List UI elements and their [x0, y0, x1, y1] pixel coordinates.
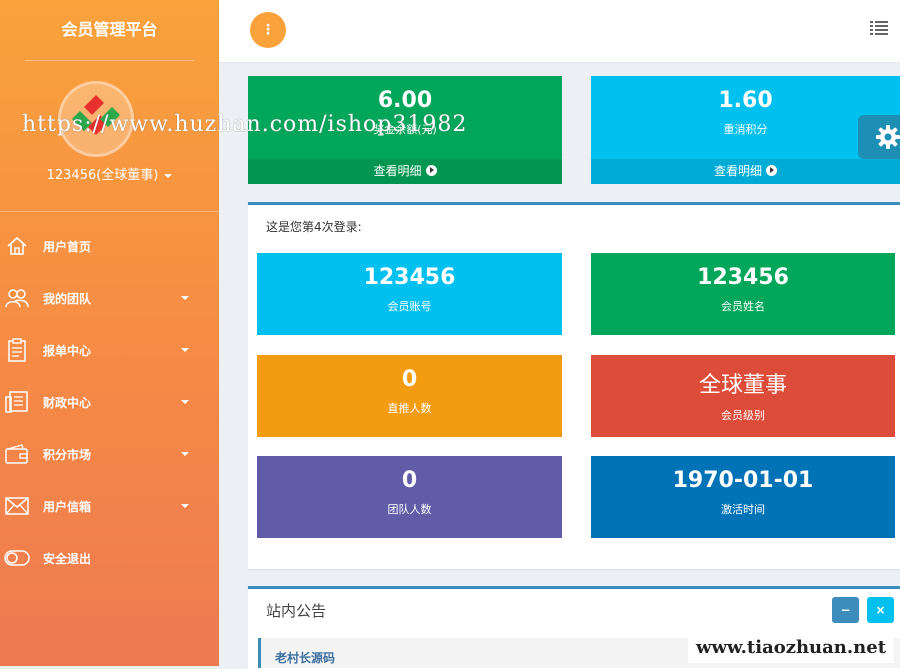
card-label: 激活时间: [721, 503, 765, 516]
team-size-card: 0 团队人数: [257, 456, 562, 538]
card-label: 团队人数: [387, 503, 432, 516]
login-count-text: 这是您第4次登录:: [266, 220, 362, 234]
stat-label: 重消积分: [723, 123, 768, 136]
arrow-circle-right-icon: [425, 165, 437, 176]
sidebar-item-points-market[interactable]: 积分市场: [0, 428, 219, 480]
card-value: 123456: [697, 265, 789, 290]
card-value: 全球董事: [698, 373, 787, 398]
view-details-link[interactable]: 查看明细: [591, 159, 900, 184]
sidebar-item-label: 用户信箱: [43, 499, 92, 514]
sidebar-item-home[interactable]: 用户首页: [0, 220, 219, 272]
sidebar-item-mailbox[interactable]: 用户信箱: [0, 480, 219, 532]
notice-item-title: 老村长源码: [275, 651, 336, 665]
sidebar-item-label: 报单中心: [43, 343, 92, 358]
notice-item[interactable]: 老村长源码: [258, 638, 900, 668]
sidebar-toggle-button[interactable]: ⋮: [250, 12, 286, 48]
wallet-icon: [4, 442, 30, 466]
bonus-balance-box: 6.00 奖金余额(元) 查看明细: [248, 76, 562, 184]
sidebar-item-finance[interactable]: 财政中心: [0, 376, 219, 428]
panel-title: 站内公告: [266, 602, 327, 620]
notice-panel: 站内公告 − × 老村长源码: [248, 586, 900, 669]
caret-down-icon: [181, 348, 189, 352]
caret-down-icon: [181, 296, 189, 300]
sidebar: 会员管理平台 123456(全球董事) 用户首页 我的团队 报单中心 财政中心 …: [0, 0, 219, 666]
user-panel: 123456(全球董事): [0, 61, 219, 211]
sidebar-item-label: 财政中心: [43, 395, 92, 410]
sidebar-item-team[interactable]: 我的团队: [0, 272, 219, 324]
sidebar-item-label: 安全退出: [43, 551, 92, 566]
link-label: 查看明细: [713, 164, 762, 178]
sidebar-item-logout[interactable]: 安全退出: [0, 532, 219, 584]
sidebar-menu: 用户首页 我的团队 报单中心 财政中心 积分市场 用户信箱 安全退出: [0, 212, 219, 584]
home-icon: [4, 234, 30, 258]
card-label: 会员级别: [721, 409, 765, 422]
ledger-icon: [4, 390, 30, 414]
top-navbar: ⋮: [219, 0, 900, 63]
direct-referrals-card: 0 直推人数: [257, 355, 562, 437]
toggle-icon: [4, 546, 30, 570]
clipboard-icon: [4, 338, 30, 362]
member-account-card: 123456 会员账号: [257, 253, 562, 335]
caret-down-icon: [164, 173, 173, 178]
list-menu-icon[interactable]: [870, 20, 888, 39]
card-value: 0: [401, 468, 418, 493]
arrow-circle-right-icon: [766, 165, 777, 176]
settings-toggle[interactable]: [858, 115, 900, 159]
view-details-link[interactable]: 查看明细: [248, 159, 562, 184]
card-value: 0: [401, 367, 418, 392]
gear-icon: [876, 125, 900, 149]
member-level-card: 全球董事 会员级别: [591, 355, 895, 437]
sidebar-item-label: 用户首页: [43, 239, 92, 254]
card-value: 123456: [363, 265, 456, 290]
card-label: 会员姓名: [721, 300, 765, 313]
close-button[interactable]: ×: [867, 597, 894, 623]
user-menu-toggle[interactable]: 123456(全球董事): [0, 164, 219, 183]
brand-title: 会员管理平台: [61, 20, 158, 39]
card-label: 直推人数: [387, 402, 432, 415]
link-label: 查看明细: [373, 164, 422, 178]
repurchase-points-box: 1.60 重消积分 查看明细: [591, 76, 900, 184]
card-label: 会员账号: [387, 300, 432, 313]
member-name-card: 123456 会员姓名: [591, 253, 895, 335]
stat-value: 6.00: [377, 88, 433, 113]
sidebar-item-orders[interactable]: 报单中心: [0, 324, 219, 376]
sidebar-item-label: 我的团队: [43, 291, 92, 306]
caret-down-icon: [181, 504, 189, 508]
envelope-icon: [4, 494, 30, 518]
logo-icon: [72, 95, 120, 135]
minimize-button[interactable]: −: [832, 597, 859, 623]
avatar: [58, 81, 134, 157]
stat-value: 1.60: [718, 88, 773, 113]
caret-down-icon: [181, 452, 189, 456]
card-value: 1970-01-01: [672, 468, 814, 493]
activation-date-card: 1970-01-01 激活时间: [591, 456, 895, 538]
users-icon: [4, 286, 30, 310]
caret-down-icon: [181, 400, 189, 404]
stat-label: 奖金余额(元): [373, 123, 437, 136]
username-label: 123456(全球董事): [46, 168, 159, 183]
sidebar-item-label: 积分市场: [43, 447, 92, 462]
